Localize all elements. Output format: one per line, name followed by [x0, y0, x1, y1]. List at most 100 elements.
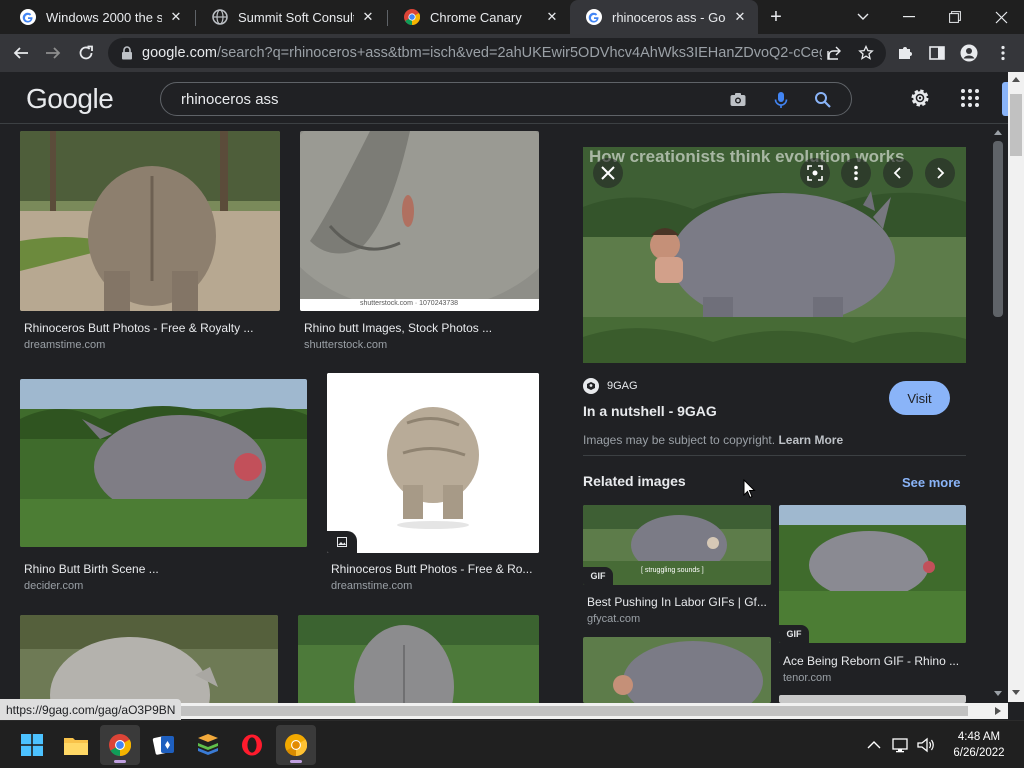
- windows-start-icon[interactable]: [12, 725, 52, 765]
- mouse-cursor-icon: [743, 479, 756, 499]
- close-icon[interactable]: ✕: [732, 9, 748, 25]
- camera-lens-icon[interactable]: [729, 91, 747, 109]
- next-image-button[interactable]: [925, 158, 955, 188]
- restore-icon[interactable]: [932, 0, 978, 34]
- new-tab-plus-icon[interactable]: +: [766, 7, 786, 27]
- system-clock[interactable]: 4:48 AM 6/26/2022: [944, 729, 1014, 761]
- globe-icon: [212, 9, 228, 25]
- tab-windows-2000[interactable]: Windows 2000 the system ✕: [4, 0, 194, 34]
- google-logo[interactable]: Google: [26, 83, 114, 115]
- related-thumbnail[interactable]: [ struggling sounds ] GIF: [583, 505, 771, 585]
- tab-chrome-canary[interactable]: Chrome Canary ✕: [388, 0, 570, 34]
- url-text[interactable]: google.com/search?q=rhinoceros+ass&tbm=i…: [142, 45, 822, 61]
- close-icon[interactable]: ✕: [544, 9, 560, 25]
- search-input[interactable]: rhinoceros ass: [181, 91, 279, 108]
- search-box[interactable]: rhinoceros ass: [160, 82, 852, 116]
- result-card[interactable]: Rhinoceros Butt Photos - Free & Royalty …: [20, 131, 280, 361]
- image-results-grid: Rhinoceros Butt Photos - Free & Royalty …: [0, 125, 558, 703]
- result-title[interactable]: Rhino butt Images, Stock Photos ...: [304, 321, 492, 335]
- tab-rhinoceros-search[interactable]: rhinoceros ass - Google ✕: [570, 0, 758, 34]
- gif-badge: GIF: [779, 625, 809, 643]
- winrar-stack-icon[interactable]: [188, 725, 228, 765]
- solitaire-cards-icon[interactable]: [144, 725, 184, 765]
- chevron-left-icon: [893, 167, 901, 179]
- source-row[interactable]: 9GAG: [583, 377, 638, 395]
- related-thumbnail[interactable]: [583, 637, 771, 703]
- apps-grid-icon[interactable]: [958, 86, 982, 110]
- related-title[interactable]: Best Pushing In Labor GIFs | Gf...: [587, 595, 767, 609]
- chrome-canary-taskbar-icon[interactable]: [276, 725, 316, 765]
- forward-arrow-icon[interactable]: [40, 40, 66, 66]
- close-preview-button[interactable]: [593, 158, 623, 188]
- preview-title[interactable]: In a nutshell - 9GAG: [583, 403, 717, 419]
- address-bar[interactable]: google.com/search?q=rhinoceros+ass&tbm=i…: [108, 38, 886, 68]
- previous-image-button[interactable]: [883, 158, 913, 188]
- result-card[interactable]: [298, 615, 539, 703]
- tab-search-chevron-icon[interactable]: [840, 0, 886, 34]
- result-source[interactable]: dreamstime.com: [331, 580, 412, 592]
- opera-browser-icon[interactable]: [232, 725, 272, 765]
- chrome-taskbar-icon[interactable]: [100, 725, 140, 765]
- source-name[interactable]: 9GAG: [607, 380, 638, 392]
- lens-icon: [807, 165, 823, 181]
- related-title[interactable]: Ace Being Reborn GIF - Rhino ...: [783, 654, 959, 668]
- panel-scrollbar[interactable]: [990, 125, 1006, 703]
- related-image-card[interactable]: GIF Ace Being Reborn GIF - Rhino ... ten…: [779, 505, 966, 689]
- related-image-card[interactable]: [779, 695, 966, 703]
- result-thumbnail[interactable]: [327, 373, 539, 553]
- result-thumbnail[interactable]: [20, 379, 307, 547]
- chevron-right-icon: [937, 167, 945, 179]
- bookmark-star-icon[interactable]: [858, 45, 874, 61]
- related-source[interactable]: tenor.com: [783, 672, 831, 684]
- see-more-link[interactable]: See more: [902, 475, 961, 490]
- search-icon[interactable]: [814, 91, 832, 109]
- result-thumbnail[interactable]: [298, 615, 539, 703]
- lens-search-button[interactable]: [800, 158, 830, 188]
- chrome-menu-kebab-icon[interactable]: [994, 44, 1012, 62]
- learn-more-link[interactable]: Learn More: [778, 433, 843, 447]
- result-title[interactable]: Rhinoceros Butt Photos - Free & Ro...: [331, 562, 532, 576]
- related-thumbnail[interactable]: [779, 695, 966, 703]
- back-arrow-icon[interactable]: [8, 40, 34, 66]
- result-title[interactable]: Rhino Butt Birth Scene ...: [24, 562, 159, 576]
- page-scrollbar[interactable]: [1002, 72, 1024, 702]
- related-image-card[interactable]: [ struggling sounds ] GIF Best Pushing I…: [583, 505, 771, 629]
- reload-icon[interactable]: [73, 40, 99, 66]
- result-source[interactable]: decider.com: [24, 580, 83, 592]
- profile-avatar-icon[interactable]: [960, 44, 978, 62]
- network-monitor-icon[interactable]: [891, 735, 911, 755]
- related-thumbnail[interactable]: GIF: [779, 505, 966, 643]
- close-icon: [601, 166, 615, 180]
- close-window-icon[interactable]: [978, 0, 1024, 34]
- related-source[interactable]: gfycat.com: [587, 613, 640, 625]
- more-options-button[interactable]: [841, 158, 871, 188]
- result-card[interactable]: shutterstock.com · 1070243738 Rhino butt…: [300, 131, 539, 361]
- side-panel-icon[interactable]: [928, 44, 946, 62]
- volume-speaker-icon[interactable]: [916, 735, 936, 755]
- microphone-icon[interactable]: [772, 91, 790, 109]
- file-explorer-icon[interactable]: [56, 725, 96, 765]
- result-card[interactable]: [20, 615, 278, 703]
- tab-title: Chrome Canary: [430, 9, 522, 25]
- result-thumbnail[interactable]: shutterstock.com · 1070243738: [300, 131, 539, 311]
- result-source[interactable]: dreamstime.com: [24, 339, 105, 351]
- minimize-icon[interactable]: [886, 0, 932, 34]
- tab-summit-soft[interactable]: Summit Soft Consulting ✕: [196, 0, 386, 34]
- visit-button[interactable]: Visit: [889, 381, 950, 415]
- settings-gear-icon[interactable]: [908, 86, 932, 110]
- google-g-icon: [586, 9, 602, 25]
- share-icon[interactable]: [826, 45, 842, 61]
- copyright-text: Images may be subject to copyright.: [583, 433, 776, 447]
- result-card[interactable]: Rhino Butt Birth Scene ... decider.com: [20, 379, 307, 595]
- result-card[interactable]: Rhinoceros Butt Photos - Free & Ro... dr…: [327, 373, 539, 595]
- result-thumbnail[interactable]: [20, 131, 280, 311]
- close-icon[interactable]: ✕: [168, 9, 184, 25]
- result-thumbnail[interactable]: [20, 615, 278, 703]
- lock-icon[interactable]: [120, 46, 134, 60]
- result-source[interactable]: shutterstock.com: [304, 339, 387, 351]
- tray-chevron-up-icon[interactable]: [864, 735, 884, 755]
- close-icon[interactable]: ✕: [360, 9, 376, 25]
- extensions-puzzle-icon[interactable]: [896, 44, 914, 62]
- result-title[interactable]: Rhinoceros Butt Photos - Free & Royalty …: [24, 321, 253, 335]
- related-image-card[interactable]: [583, 637, 771, 703]
